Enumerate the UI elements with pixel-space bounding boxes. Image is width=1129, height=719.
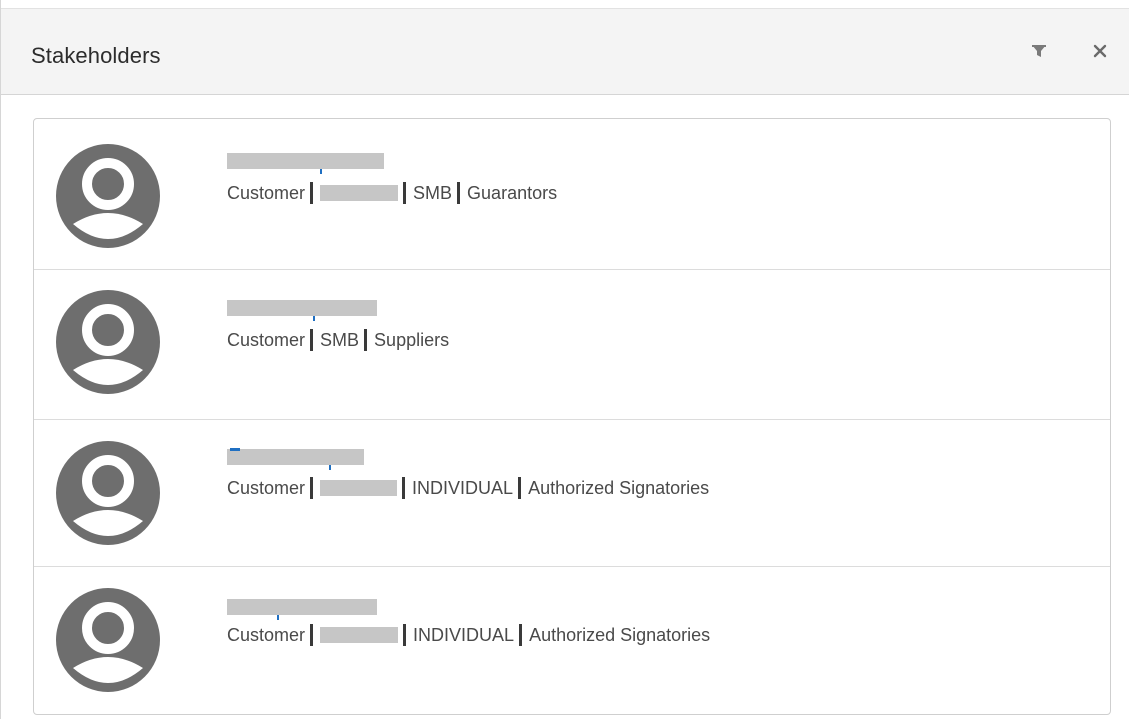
separator (310, 624, 314, 646)
user-avatar-icon (56, 441, 160, 545)
separator (403, 182, 407, 204)
meta-role: Authorized Signatories (529, 624, 711, 645)
separator (402, 477, 406, 499)
panel-title: Stakeholders (31, 43, 161, 68)
meta-segment: SMB (413, 182, 453, 203)
meta-type: Customer (227, 477, 306, 498)
stakeholder-name-redacted[interactable] (227, 599, 377, 615)
close-icon (1093, 44, 1107, 58)
name-link-mark (313, 316, 315, 321)
meta-role: Guarantors (467, 182, 558, 203)
separator (518, 477, 522, 499)
filter-button[interactable] (1025, 37, 1053, 65)
stakeholder-item[interactable]: Customer INDIVIDUAL Authorized Signatori… (34, 567, 1110, 714)
stakeholder-meta: Customer SMB Guarantors (227, 182, 557, 204)
user-avatar-icon (56, 588, 160, 692)
meta-segment: SMB (320, 329, 360, 350)
redacted-id (320, 480, 398, 496)
filter-icon (1032, 45, 1046, 57)
meta-role: Authorized Signatories (528, 477, 710, 498)
redacted-id (320, 627, 399, 643)
meta-type: Customer (227, 182, 306, 203)
meta-type: Customer (227, 624, 306, 645)
stakeholder-item[interactable]: Customer SMB Suppliers (34, 270, 1110, 420)
stakeholders-panel: Stakeholders Customer SMB Guarantors Cus… (0, 0, 1129, 719)
stakeholder-meta: Customer SMB Suppliers (227, 329, 449, 351)
stakeholder-meta: Customer INDIVIDUAL Authorized Signatori… (227, 624, 710, 646)
panel-header: Stakeholders (1, 8, 1129, 95)
stakeholder-name-redacted[interactable] (227, 449, 364, 465)
separator (403, 624, 407, 646)
meta-segment: INDIVIDUAL (412, 477, 514, 498)
stakeholder-item[interactable]: Customer SMB Guarantors (34, 119, 1110, 270)
name-link-mark (277, 615, 279, 620)
separator (310, 182, 314, 204)
name-link-mark (329, 465, 331, 470)
stakeholder-item[interactable]: Customer INDIVIDUAL Authorized Signatori… (34, 420, 1110, 567)
name-link-mark (230, 448, 240, 451)
separator (364, 329, 368, 351)
stakeholder-name-redacted[interactable] (227, 153, 384, 169)
user-avatar-icon (56, 290, 160, 394)
name-link-mark (320, 169, 322, 174)
panel-edge (0, 0, 1, 719)
redacted-id (320, 185, 399, 201)
close-button[interactable] (1086, 37, 1114, 65)
user-avatar-icon (56, 144, 160, 248)
stakeholder-name-redacted[interactable] (227, 300, 377, 316)
meta-role: Suppliers (374, 329, 450, 350)
separator (310, 477, 314, 499)
stakeholder-list: Customer SMB Guarantors Customer SMB Sup… (33, 118, 1111, 715)
separator (519, 624, 523, 646)
meta-type: Customer (227, 329, 306, 350)
stakeholder-meta: Customer INDIVIDUAL Authorized Signatori… (227, 477, 709, 499)
separator (310, 329, 314, 351)
meta-segment: INDIVIDUAL (413, 624, 515, 645)
separator (457, 182, 461, 204)
